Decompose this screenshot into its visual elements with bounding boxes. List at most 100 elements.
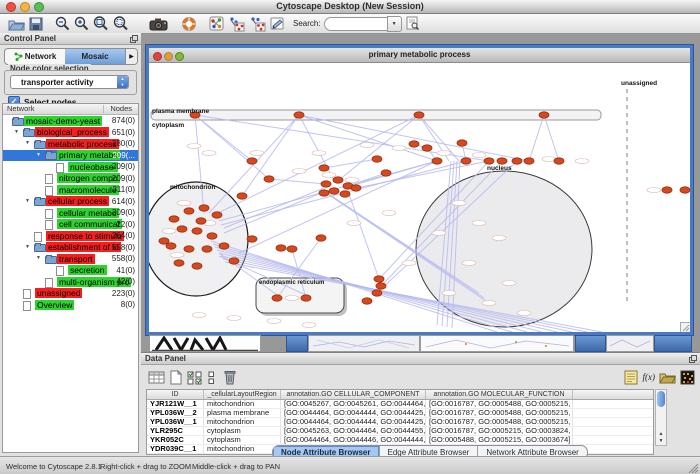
network-node[interactable] [554, 158, 564, 164]
scrollbar-thumb[interactable] [657, 391, 665, 407]
table-cell[interactable]: [GO:0005488, GO:0005215, GO:0003674] [426, 436, 573, 444]
network-node[interactable] [432, 158, 442, 164]
network-node[interactable] [192, 263, 202, 269]
table-cell[interactable]: mitochondrion [204, 445, 281, 453]
tree-row[interactable]: ▼biological_process651(0) [3, 127, 138, 139]
background-window-fragment[interactable] [575, 335, 606, 352]
network-node[interactable] [166, 243, 176, 249]
network-node[interactable] [229, 258, 239, 264]
network-node[interactable] [381, 170, 391, 176]
tree-row[interactable]: macromolecule311(0) [3, 184, 138, 196]
network-node[interactable] [207, 233, 217, 239]
column-header-cellular-component[interactable]: annotation.GO CELLULAR_COMPONENT [281, 390, 426, 399]
zoom-in-icon[interactable] [74, 16, 89, 31]
tree-row-label[interactable]: cellular process [46, 196, 109, 206]
tab-overflow-arrow[interactable]: ▶ [125, 49, 137, 64]
tree-row-label[interactable]: unassigned [35, 288, 82, 298]
network-node[interactable] [199, 205, 209, 211]
notepad-icon[interactable] [624, 369, 639, 385]
background-window-fragment[interactable] [654, 335, 692, 352]
network-node[interactable] [237, 193, 247, 199]
table-cell[interactable] [573, 436, 653, 444]
tree-row-label[interactable]: nucleobase- [68, 162, 118, 172]
view-resize-grip[interactable] [680, 322, 690, 332]
layout-network-b-icon[interactable] [249, 16, 266, 31]
window-resize-grip[interactable] [688, 463, 699, 474]
tree-row[interactable]: Overview8(0) [3, 299, 138, 311]
tree-row-label[interactable]: primary metabo [57, 150, 120, 160]
network-node[interactable] [409, 141, 419, 147]
node-color-dropdown[interactable]: transporter activity ▲▼ [10, 75, 129, 89]
tree-row-label[interactable]: cell communicat [57, 219, 122, 229]
network-node[interactable] [247, 236, 257, 242]
table-cell[interactable]: YLR295C [147, 427, 204, 435]
table-cell[interactable]: [GO:0044464, GO:0044444, GO:0044425, G..… [281, 409, 426, 417]
table-row[interactable]: YJR121W__1mitochondrion[GO:0045267, GO:0… [147, 400, 653, 409]
network-node[interactable] [374, 276, 384, 282]
background-window-fragment[interactable] [286, 335, 308, 352]
background-window-fragment[interactable] [308, 335, 420, 352]
layout-network-a-icon[interactable] [228, 16, 245, 31]
tree-row-label[interactable]: Overview [35, 300, 74, 310]
table-row[interactable]: YPL036W__2plasma membrane[GO:0044464, GO… [147, 409, 653, 418]
tree-row[interactable]: response to stimulu264(0) [3, 230, 138, 242]
search-input[interactable] [324, 17, 387, 31]
network-node[interactable] [169, 216, 179, 222]
tree-row-label[interactable]: cellular metabo [57, 208, 119, 218]
table-cell[interactable]: plasma membrane [204, 409, 281, 417]
table-cell[interactable]: [GO:0016787, GO:0005488, GO:0005215, G..… [426, 400, 573, 408]
table-cell[interactable]: mitochondrion [204, 418, 281, 426]
attribute-matrix-icon[interactable] [680, 369, 695, 385]
network-node[interactable] [184, 208, 194, 214]
network-node[interactable] [319, 165, 329, 171]
help-lifesaver-icon[interactable] [181, 16, 197, 31]
table-scrollbar[interactable]: ▲ ▼ [655, 389, 667, 446]
delete-attribute-icon[interactable] [223, 369, 237, 385]
tree-expander-icon[interactable]: ▼ [25, 198, 30, 204]
tree-row-label[interactable]: biological_process [35, 127, 109, 137]
tree-row[interactable]: cellular metabo209(0) [3, 207, 138, 219]
tree-row-label[interactable]: secretion [68, 265, 107, 275]
column-header-region[interactable]: _cellularLayoutRegion [204, 390, 281, 399]
network-node[interactable] [372, 290, 382, 296]
network-node[interactable] [333, 177, 343, 183]
network-node[interactable] [219, 243, 229, 249]
network-node[interactable] [484, 158, 494, 164]
network-node[interactable] [247, 158, 257, 164]
network-node[interactable] [662, 187, 672, 193]
network-node[interactable] [192, 228, 202, 234]
network-node[interactable] [174, 260, 184, 266]
tree-row-label[interactable]: transport [57, 254, 95, 264]
table-cell[interactable]: [GO:0044464, GO:0044444, GO:0044425, G..… [281, 418, 426, 426]
network-node[interactable] [497, 158, 507, 164]
tree-row[interactable]: ▼metabolic process280(0) [3, 138, 138, 150]
table-cell[interactable]: mitochondrion [204, 400, 281, 408]
float-panel-icon[interactable] [689, 355, 697, 363]
tree-expander-icon[interactable]: ▼ [14, 129, 19, 135]
network-node[interactable] [319, 190, 329, 196]
network-node[interactable] [372, 156, 382, 162]
attribute-table-icon[interactable] [148, 369, 165, 385]
create-attribute-icon[interactable] [169, 369, 183, 385]
tree-row[interactable]: cell communicat22(0) [3, 219, 138, 231]
table-row[interactable]: YPL036W__1mitochondrion[GO:0044464, GO:0… [147, 418, 653, 427]
table-cell[interactable]: [GO:0045267, GO:0045261, GO:0044464, G..… [281, 400, 426, 408]
network-node[interactable] [202, 246, 212, 252]
tree-row[interactable]: nitrogen compo209(0) [3, 173, 138, 185]
snapshot-camera-icon[interactable] [149, 16, 169, 31]
network-node[interactable] [512, 158, 522, 164]
table-cell[interactable]: YKR052C [147, 436, 204, 444]
table-cell[interactable]: YPL036W__1 [147, 418, 204, 426]
network-node[interactable] [461, 158, 471, 164]
network-node[interactable] [184, 246, 194, 252]
tree-expander-icon[interactable]: ▼ [25, 140, 30, 146]
tree-row[interactable]: secretion41(0) [3, 265, 138, 277]
network-node[interactable] [340, 191, 350, 197]
tree-expander-icon[interactable]: ▼ [25, 244, 30, 250]
tree-row[interactable]: multi-organism pro42(0) [3, 276, 138, 288]
column-header-id[interactable]: ID [147, 390, 204, 399]
tree-row-label[interactable]: metabolic process [46, 139, 119, 149]
tree-row-label[interactable]: establishment of lo [46, 242, 121, 252]
table-cell[interactable] [573, 400, 653, 408]
table-row[interactable]: YLR295Ccytoplasm[GO:0045263, GO:0044464,… [147, 427, 653, 436]
